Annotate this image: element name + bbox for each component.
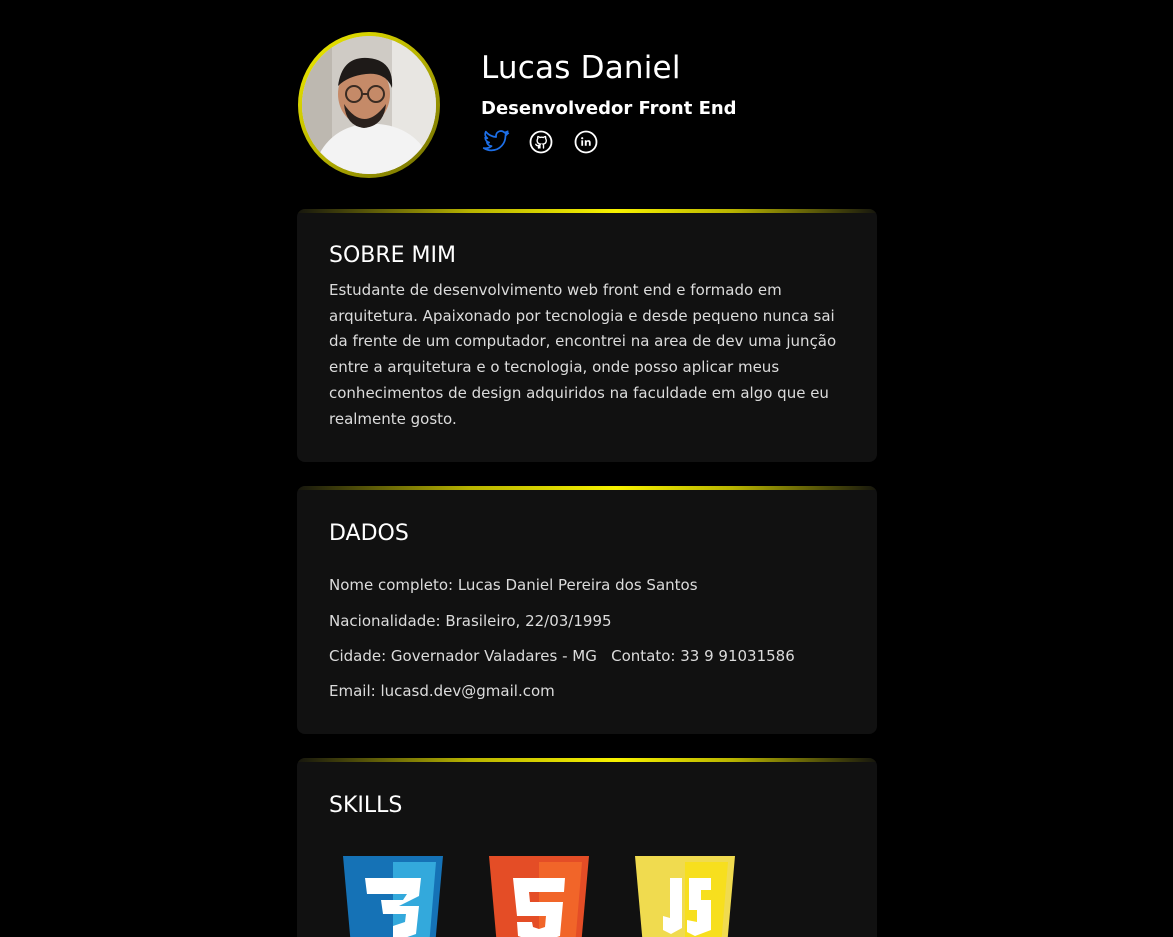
dados-title: DADOS <box>329 521 409 546</box>
html5-icon <box>489 856 589 937</box>
css3-icon <box>343 856 443 937</box>
social-links <box>481 127 616 157</box>
profile-name: Lucas Daniel <box>481 50 681 86</box>
dados-card: DADOS Nome completo: Lucas Daniel Pereir… <box>297 486 877 734</box>
email-line: Email: lucasd.dev@gmail.com <box>329 682 555 700</box>
skills-card: SKILLS <box>297 758 877 937</box>
github-icon[interactable] <box>526 127 556 157</box>
about-card: SOBRE MIM Estudante de desenvolvimento w… <box>297 209 877 462</box>
profile-page: Lucas Daniel Desenvolvedor Front End SOB… <box>0 0 1173 937</box>
city-contact-line: Cidade: Governador Valadares - MG Contat… <box>329 647 795 665</box>
linkedin-icon[interactable] <box>571 127 601 157</box>
avatar <box>298 32 440 178</box>
javascript-icon <box>635 856 735 937</box>
about-title: SOBRE MIM <box>329 243 457 268</box>
profile-header: Lucas Daniel Desenvolvedor Front End <box>298 32 878 178</box>
skills-title: SKILLS <box>329 793 403 818</box>
avatar-photo <box>302 36 436 174</box>
nationality-line: Nacionalidade: Brasileiro, 22/03/1995 <box>329 612 612 630</box>
twitter-icon[interactable] <box>481 127 511 157</box>
about-text: Estudante de desenvolvimento web front e… <box>329 281 837 428</box>
profile-role: Desenvolvedor Front End <box>481 98 737 119</box>
full-name-line: Nome completo: Lucas Daniel Pereira dos … <box>329 576 698 594</box>
